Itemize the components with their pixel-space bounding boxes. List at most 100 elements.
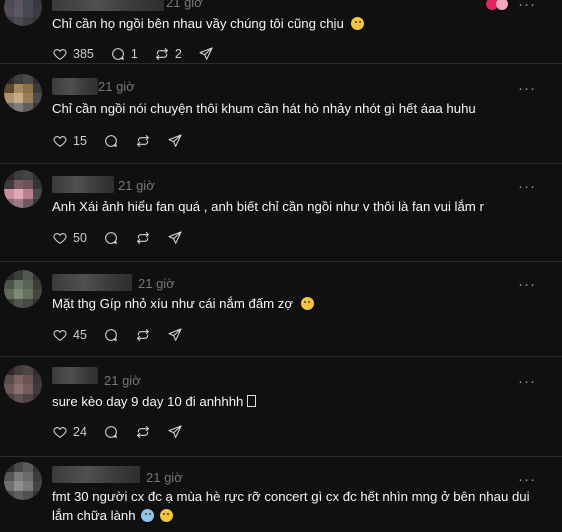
username-blurred[interactable]	[52, 367, 98, 384]
action-bar: 24	[52, 422, 199, 442]
heart-icon	[53, 427, 67, 438]
avatar[interactable]	[4, 74, 42, 112]
comment-icon	[105, 426, 117, 438]
send-icon	[199, 47, 213, 60]
send-icon	[168, 425, 182, 438]
repost-icon	[137, 232, 149, 244]
crying-face-emoji-icon	[141, 509, 155, 522]
repost-button[interactable]	[135, 230, 151, 246]
reply-button[interactable]	[103, 327, 119, 343]
more-icon[interactable]: ···	[518, 277, 536, 292]
comment-text: Mặt thg Gíp nhỏ xíu như cái nắm đấm zợ	[52, 294, 542, 313]
reply-button[interactable]	[103, 133, 119, 149]
repost-button[interactable]	[135, 133, 151, 149]
repost-count: 2	[174, 47, 182, 61]
repost-icon	[137, 329, 149, 341]
like-count: 385	[73, 47, 94, 61]
username-blurred[interactable]	[52, 0, 164, 11]
comment-post: 21 giờ ··· Chỉ cần ngồi nói chuyện thôi …	[0, 64, 562, 164]
action-bar: 385 1 2	[52, 44, 230, 64]
post-time: 21 giờ	[138, 276, 175, 291]
comment-text-content: sure kèo day 9 day 10 đi anhhhh	[52, 394, 244, 409]
avatar[interactable]	[4, 365, 42, 403]
reply-count: 1	[130, 47, 138, 61]
comment-text: fmt 30 người cx đc ạ mùa hè rực rỡ conce…	[52, 487, 542, 525]
reaction-badges	[486, 0, 514, 10]
avatar[interactable]	[4, 170, 42, 208]
reply-button[interactable]: 1	[110, 46, 138, 62]
like-button[interactable]: 24	[52, 424, 87, 440]
username-blurred[interactable]	[52, 466, 140, 483]
heart-icon	[53, 330, 67, 341]
send-icon	[168, 328, 182, 341]
action-bar: 15	[52, 131, 199, 151]
comment-post: 21 giờ ··· Chỉ cần họ ngồi bên nhau vầy …	[0, 0, 562, 64]
comment-text: Anh Xái ảnh hiểu fan quá , anh biết chỉ …	[52, 197, 542, 216]
share-button[interactable]	[167, 133, 183, 149]
comment-text-content: Mặt thg Gíp nhỏ xíu như cái nắm đấm zợ	[52, 296, 294, 311]
comment-post: 21 giờ ··· Anh Xái ảnh hiểu fan quá , an…	[0, 164, 562, 262]
comment-post: 21 giờ ··· sure kèo day 9 day 10 đi anhh…	[0, 357, 562, 457]
reply-button[interactable]	[103, 424, 119, 440]
comment-text-content: Anh Xái ảnh hiểu fan quá , anh biết chỉ …	[52, 199, 484, 214]
more-icon[interactable]: ···	[518, 81, 536, 96]
like-count: 15	[73, 134, 87, 148]
repost-icon	[155, 48, 168, 60]
comment-text: Chỉ cần ngồi nói chuyện thôi khum cần há…	[52, 99, 542, 118]
like-count: 50	[73, 231, 87, 245]
share-button[interactable]	[167, 327, 183, 343]
comment-post: 21 giờ ··· fmt 30 người cx đc ạ mùa hè r…	[0, 457, 562, 532]
like-button[interactable]: 50	[52, 230, 87, 246]
comment-icon	[112, 48, 124, 60]
comment-text-content: Chỉ cần họ ngồi bên nhau vầy chúng tôi c…	[52, 16, 344, 31]
share-button[interactable]	[198, 46, 214, 62]
repost-icon	[137, 426, 149, 438]
more-icon[interactable]: ···	[518, 179, 536, 194]
post-time: 21 giờ	[146, 470, 183, 485]
send-icon	[168, 231, 182, 244]
action-bar: 50	[52, 228, 199, 248]
sweat-smile-emoji-icon	[300, 297, 314, 310]
send-icon	[168, 134, 182, 147]
reply-button[interactable]	[103, 230, 119, 246]
repost-button[interactable]	[135, 327, 151, 343]
pleading-face-emoji-icon	[159, 509, 173, 522]
post-time: 21 giờ	[98, 79, 135, 94]
comment-icon	[105, 135, 117, 147]
share-button[interactable]	[167, 424, 183, 440]
like-button[interactable]: 15	[52, 133, 87, 149]
avatar[interactable]	[4, 0, 42, 26]
like-button[interactable]: 45	[52, 327, 87, 343]
repost-button[interactable]	[135, 424, 151, 440]
heart-icon	[53, 49, 67, 60]
like-count: 45	[73, 328, 87, 342]
post-time: 21 giờ	[118, 178, 155, 193]
more-icon[interactable]: ···	[518, 472, 536, 487]
heart-icon	[53, 136, 67, 147]
weary-face-emoji-icon	[351, 17, 365, 30]
comment-text-content: Chỉ cần ngồi nói chuyện thôi khum cần há…	[52, 101, 476, 116]
comment-icon	[105, 232, 117, 244]
like-count: 24	[73, 425, 87, 439]
repost-icon	[137, 135, 149, 147]
more-icon[interactable]: ···	[518, 374, 536, 389]
comment-thread: 21 giờ ··· Chỉ cần họ ngồi bên nhau vầy …	[0, 0, 562, 532]
comment-post: 21 giờ ··· Mặt thg Gíp nhỏ xíu như cái n…	[0, 262, 562, 357]
avatar[interactable]	[4, 270, 42, 308]
username-blurred[interactable]	[52, 176, 114, 193]
repost-button[interactable]: 2	[154, 46, 182, 62]
share-button[interactable]	[167, 230, 183, 246]
post-time: 21 giờ	[104, 373, 141, 388]
username-blurred[interactable]	[52, 78, 98, 95]
more-icon[interactable]: ···	[518, 0, 536, 12]
post-time: 21 giờ	[166, 0, 203, 10]
comment-icon	[105, 329, 117, 341]
avatar[interactable]	[4, 462, 42, 500]
heart-icon	[53, 233, 67, 244]
action-bar: 45	[52, 325, 199, 345]
missing-glyph-icon	[247, 395, 257, 407]
comment-text: sure kèo day 9 day 10 đi anhhhh	[52, 392, 542, 411]
username-blurred[interactable]	[52, 274, 132, 291]
comment-text: Chỉ cần họ ngồi bên nhau vầy chúng tôi c…	[52, 14, 542, 33]
like-button[interactable]: 385	[52, 46, 94, 62]
